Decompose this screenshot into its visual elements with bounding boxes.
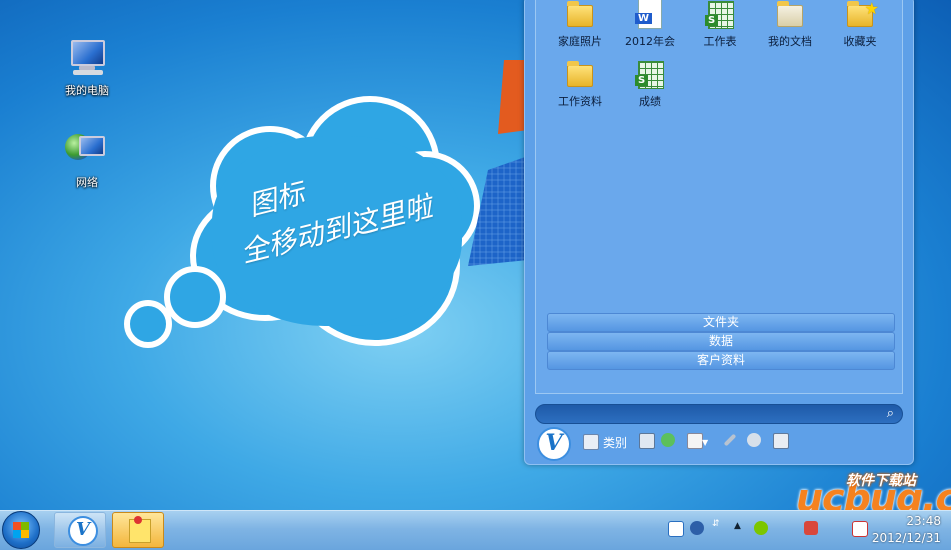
taskbar: V ⇵ ▲ 23:48 2012/12/31: [0, 510, 951, 550]
desktop-icon-network[interactable]: 网络: [52, 128, 122, 190]
word-doc-icon: W: [635, 0, 665, 31]
clock-time: 23:48: [906, 514, 941, 528]
document-folder-icon: [775, 0, 805, 31]
sticky-note-icon: [129, 516, 151, 543]
file-item-family-photos[interactable]: 家庭照片: [547, 0, 613, 49]
wrench-icon[interactable]: [723, 433, 737, 447]
spreadsheet-icon: S: [635, 59, 665, 91]
help-icon[interactable]: [690, 521, 704, 535]
file-label: 2012年会: [625, 35, 675, 48]
file-item-grades[interactable]: S 成绩: [617, 59, 683, 109]
system-clock[interactable]: 23:48 2012/12/31: [872, 513, 941, 547]
search-input[interactable]: ⌕: [535, 404, 903, 424]
spreadsheet-icon: S: [705, 0, 735, 31]
file-label: 工作资料: [558, 95, 602, 108]
file-label: 工作表: [703, 35, 737, 48]
schedule-icon[interactable]: [773, 433, 789, 449]
file-label: 我的文档: [768, 35, 812, 48]
taskbar-app-organizer[interactable]: V: [54, 512, 106, 548]
start-button[interactable]: [2, 511, 40, 549]
search-icon[interactable]: ⌕: [887, 406, 894, 421]
file-label: 家庭照片: [558, 35, 602, 48]
action-center-flag-icon[interactable]: [852, 521, 868, 537]
file-item-my-documents[interactable]: 我的文档: [757, 0, 823, 49]
security-tray-icon[interactable]: [754, 521, 768, 535]
category-folders[interactable]: 文件夹: [547, 313, 895, 332]
windows-logo-wallpaper: [468, 60, 528, 266]
desktop-organizer-panel: 家庭照片 W 2012年会 S 工作表 我的文档 ★ 收藏夹 工作资料 S 成绩…: [524, 0, 914, 465]
watermark-sub: 软件下载站: [846, 473, 916, 489]
tip-cloud: 图标 全移动到这里啦: [120, 96, 500, 356]
file-item-worksheet[interactable]: S 工作表: [687, 0, 753, 49]
favorites-folder-icon: ★: [845, 0, 879, 31]
desktop-icon-label: 我的电脑: [65, 84, 109, 97]
desktop-icon-computer[interactable]: 我的电脑: [52, 36, 122, 98]
computer-icon: [65, 36, 109, 78]
windows-icon: [13, 522, 29, 538]
clock-date: 2012/12/31: [871, 531, 941, 545]
category-button-label: 类别: [603, 435, 628, 450]
new-window-icon[interactable]: [639, 433, 655, 449]
chevron-down-icon[interactable]: ▼: [702, 433, 708, 451]
category-icon: [583, 434, 599, 450]
tray-arrows-icon[interactable]: ⇵: [712, 519, 720, 533]
folder-icon: [565, 59, 595, 91]
desktop-icon-label: 网络: [76, 176, 98, 189]
file-item-favorites[interactable]: ★ 收藏夹: [827, 0, 893, 49]
file-label: 收藏夹: [843, 35, 877, 48]
app-logo-button[interactable]: V: [537, 427, 571, 461]
folder-icon: [565, 0, 595, 31]
app-v-icon: V: [68, 516, 98, 546]
category-customer-info[interactable]: 客户资料: [547, 351, 895, 370]
category-button[interactable]: 类别: [583, 433, 627, 451]
clean-icon[interactable]: [747, 433, 761, 447]
refresh-icon[interactable]: [661, 433, 675, 447]
network-icon: [65, 128, 109, 170]
category-data[interactable]: 数据: [547, 332, 895, 351]
file-item-work-materials[interactable]: 工作资料: [547, 59, 613, 109]
new-file-dropdown-icon[interactable]: [687, 433, 703, 449]
users-tray-icon[interactable]: [804, 521, 818, 535]
file-item-2012-annual[interactable]: W 2012年会: [617, 0, 683, 49]
taskbar-app-sticky-notes[interactable]: [112, 512, 164, 548]
show-hidden-icons-chevron[interactable]: ▲: [734, 521, 742, 535]
file-label: 成绩: [639, 95, 661, 108]
tray-app-icon[interactable]: [668, 521, 684, 537]
